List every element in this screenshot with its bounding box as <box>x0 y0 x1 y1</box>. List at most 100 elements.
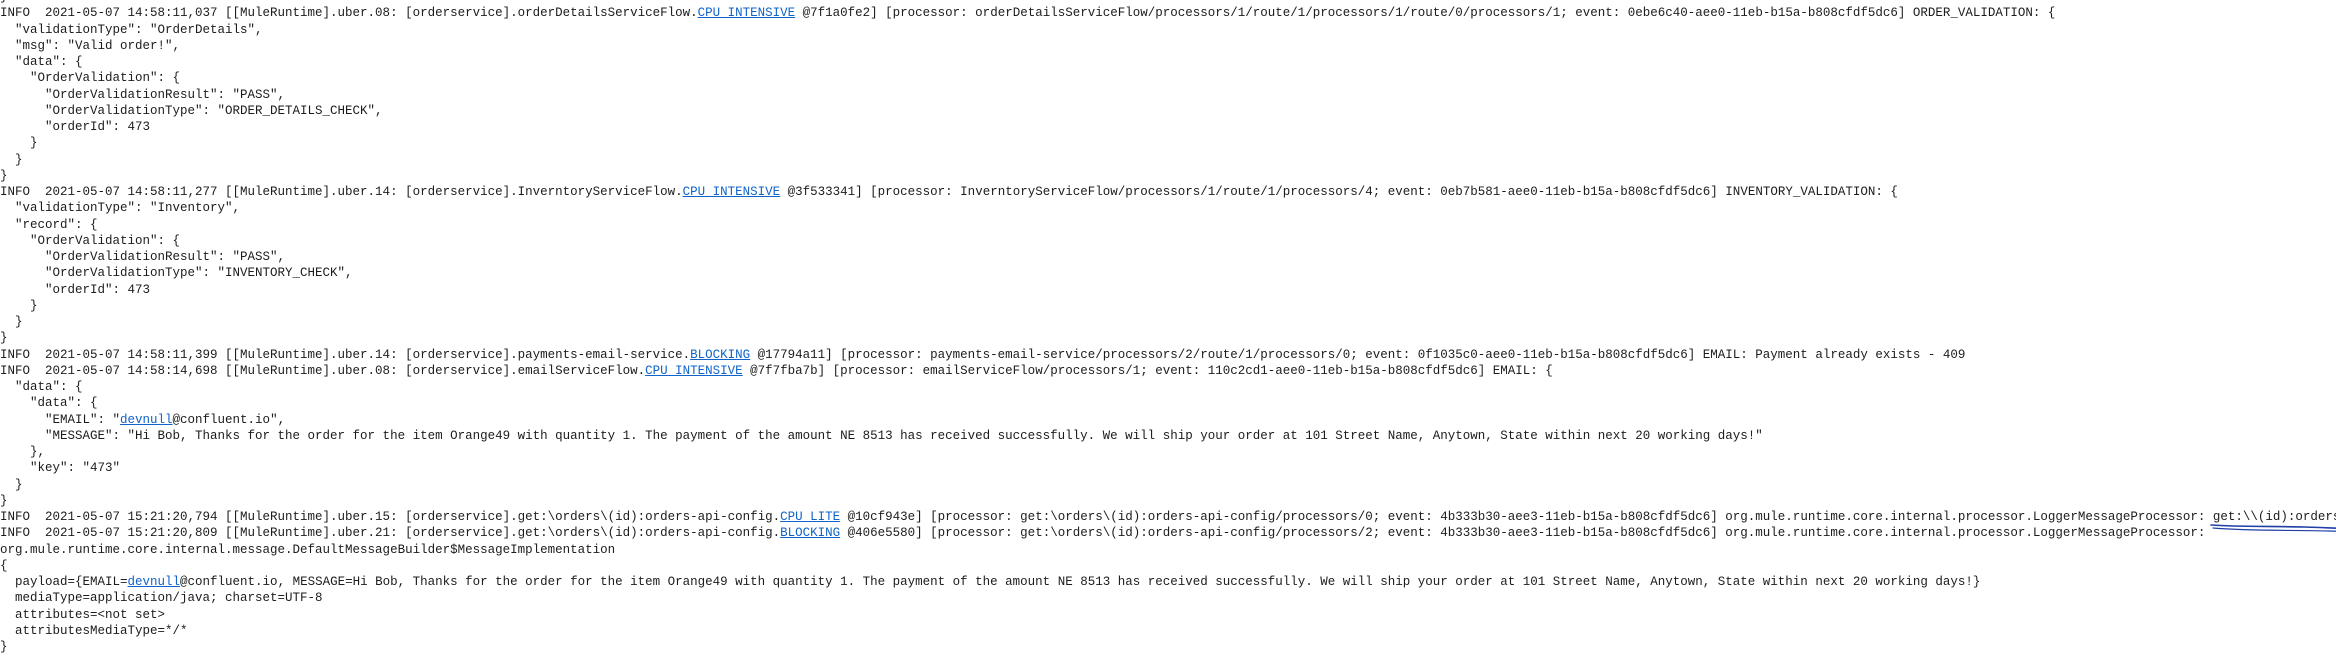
log-text: "OrderValidation": { <box>0 71 181 86</box>
log-text: "OrderValidationResult": "PASS", <box>0 250 286 264</box>
log-line: { <box>0 558 2336 574</box>
log-text: "orderId": 473 <box>0 282 151 297</box>
log-text: } <box>0 640 8 654</box>
log-line: "key": "473" <box>0 460 2336 476</box>
log-line: "OrderValidationResult": "PASS", <box>0 249 2336 265</box>
log-text: org.mule.runtime.core.internal.message.D… <box>0 542 616 557</box>
log-link[interactable]: CPU_INTENSIVE <box>683 185 781 199</box>
log-text: "OrderValidationResult": "PASS", <box>0 87 286 102</box>
log-line: INFO 2021-05-07 14:58:14,698 [[MuleRunti… <box>0 363 2336 379</box>
log-text: INFO 2021-05-07 14:58:11,277 [[MuleRunti… <box>0 185 683 199</box>
log-text: "OrderValidationType": "ORDER_DETAILS_CH… <box>0 103 383 118</box>
log-line: INFO 2021-05-07 14:58:11,277 [[MuleRunti… <box>0 184 2336 200</box>
log-text: { <box>0 558 8 573</box>
log-text: @3f533341] [processor: InverntoryService… <box>780 185 1898 199</box>
log-link[interactable]: BLOCKING <box>690 348 750 362</box>
log-text: "orderId": 473 <box>0 120 151 134</box>
log-line: "OrderValidationResult": "PASS", <box>0 87 2336 103</box>
log-line: "OrderValidationType": "ORDER_DETAILS_CH… <box>0 103 2336 119</box>
log-line: } <box>0 298 2336 314</box>
log-text: INFO 2021-05-07 15:21:20,794 [[MuleRunti… <box>0 510 781 524</box>
log-text: "data": { <box>0 55 83 69</box>
log-text: } <box>0 0 8 4</box>
log-link[interactable]: CPU_LITE <box>780 510 840 524</box>
log-link[interactable]: CPU_INTENSIVE <box>698 6 796 20</box>
log-link[interactable]: devnull <box>128 575 181 589</box>
log-text: } <box>0 136 38 151</box>
log-line: "msg": "Valid order!", <box>0 38 2336 54</box>
log-text: @17794a11] [processor: payments-email-se… <box>750 347 1966 362</box>
log-line: "validationType": "Inventory", <box>0 200 2336 216</box>
log-line: "data": { <box>0 395 2336 411</box>
log-text: mediaType=application/java; charset=UTF-… <box>0 591 323 606</box>
log-text: attributesMediaType=*/* <box>0 623 188 638</box>
log-line: "data": { <box>0 379 2336 395</box>
log-text: INFO 2021-05-07 14:58:11,399 [[MuleRunti… <box>0 347 691 362</box>
log-viewer: } INFO 2021-05-07 14:58:11,037 [[MuleRunt… <box>0 0 2336 655</box>
log-text: "data": { <box>0 380 83 394</box>
log-line: "OrderValidationType": "INVENTORY_CHECK"… <box>0 265 2336 281</box>
log-text: @confluent.io", <box>172 412 286 427</box>
log-line: INFO 2021-05-07 14:58:11,399 [[MuleRunti… <box>0 347 2336 363</box>
log-line: }, <box>0 444 2336 460</box>
log-text: "OrderValidationType": "INVENTORY_CHECK"… <box>0 266 353 281</box>
log-text: "EMAIL": " <box>0 412 121 427</box>
log-line: "orderId": 473 <box>0 282 2336 298</box>
log-link[interactable]: BLOCKING <box>780 526 840 540</box>
log-line: mediaType=application/java; charset=UTF-… <box>0 590 2336 606</box>
log-line: attributes=<not set> <box>0 607 2336 623</box>
log-text: } <box>0 168 8 183</box>
log-line: INFO 2021-05-07 15:21:20,809 [[MuleRunti… <box>0 525 2336 541</box>
log-line: attributesMediaType=*/* <box>0 623 2336 639</box>
log-text: @10cf943e] [processor: get:\orders\(id):… <box>840 510 2213 524</box>
log-line: org.mule.runtime.core.internal.message.D… <box>0 542 2336 558</box>
log-text: } <box>0 152 23 167</box>
log-line: "OrderValidation": { <box>0 233 2336 249</box>
log-line: payload={EMAIL=devnull@confluent.io, MES… <box>0 574 2336 590</box>
log-line: INFO 2021-05-07 14:58:11,037 [[MuleRunti… <box>0 5 2336 21</box>
log-text: }, <box>0 445 46 459</box>
log-text: payload={EMAIL= <box>0 575 128 589</box>
log-line: } <box>0 135 2336 151</box>
log-line: "record": { <box>0 217 2336 233</box>
log-line: } <box>0 493 2336 509</box>
log-line: "MESSAGE": "Hi Bob, Thanks for the order… <box>0 428 2336 444</box>
log-line: "OrderValidation": { <box>0 70 2336 86</box>
log-line: } <box>0 477 2336 493</box>
log-text: INFO 2021-05-07 14:58:11,037 [[MuleRunti… <box>0 6 698 21</box>
log-text: INFO 2021-05-07 14:58:14,698 [[MuleRunti… <box>0 363 646 378</box>
pen-stroke <box>2210 524 2336 529</box>
log-line: "EMAIL": "devnull@confluent.io", <box>0 412 2336 428</box>
log-text: @7f1a0fe2] [processor: orderDetailsServi… <box>795 6 2056 21</box>
log-text: @406e5580] [processor: get:\orders\(id):… <box>840 526 2206 541</box>
log-text: @7f7fba7b] [processor: emailServiceFlow/… <box>742 363 1553 378</box>
log-text: "MESSAGE": "Hi Bob, Thanks for the order… <box>0 428 1763 443</box>
log-text: "validationType": "OrderDetails", <box>0 22 263 37</box>
log-text: } <box>0 331 8 346</box>
log-text: "msg": "Valid order!", <box>0 38 181 53</box>
log-line: } <box>0 314 2336 330</box>
log-link[interactable]: devnull <box>120 413 173 427</box>
pen-underline-annotation <box>2210 524 2336 532</box>
log-line: "data": { <box>0 54 2336 70</box>
log-text: } <box>0 298 38 313</box>
log-text: @confluent.io, MESSAGE=Hi Bob, Thanks fo… <box>180 575 1981 589</box>
log-text: "record": { <box>0 217 98 232</box>
log-text: attributes=<not set> <box>0 607 166 622</box>
log-link[interactable]: CPU_INTENSIVE <box>645 364 743 378</box>
log-text: "OrderValidation": { <box>0 233 181 248</box>
log-line: "orderId": 473 <box>0 119 2336 135</box>
log-text: } <box>0 493 8 508</box>
log-line: INFO 2021-05-07 15:21:20,794 [[MuleRunti… <box>0 509 2336 532</box>
log-text: } <box>0 477 23 492</box>
log-line: } <box>0 168 2336 184</box>
log-line: } <box>0 152 2336 168</box>
log-text: "validationType": "Inventory", <box>0 201 241 216</box>
log-text: INFO 2021-05-07 15:21:20,809 [[MuleRunti… <box>0 526 781 541</box>
log-text: } <box>0 315 23 329</box>
log-text: "data": { <box>0 396 98 411</box>
log-line: } <box>0 639 2336 655</box>
log-line: } <box>0 330 2336 346</box>
pen-stroke <box>2212 527 2336 532</box>
annotated-text: get:\\(id):orders-api-config <box>2210 509 2336 532</box>
